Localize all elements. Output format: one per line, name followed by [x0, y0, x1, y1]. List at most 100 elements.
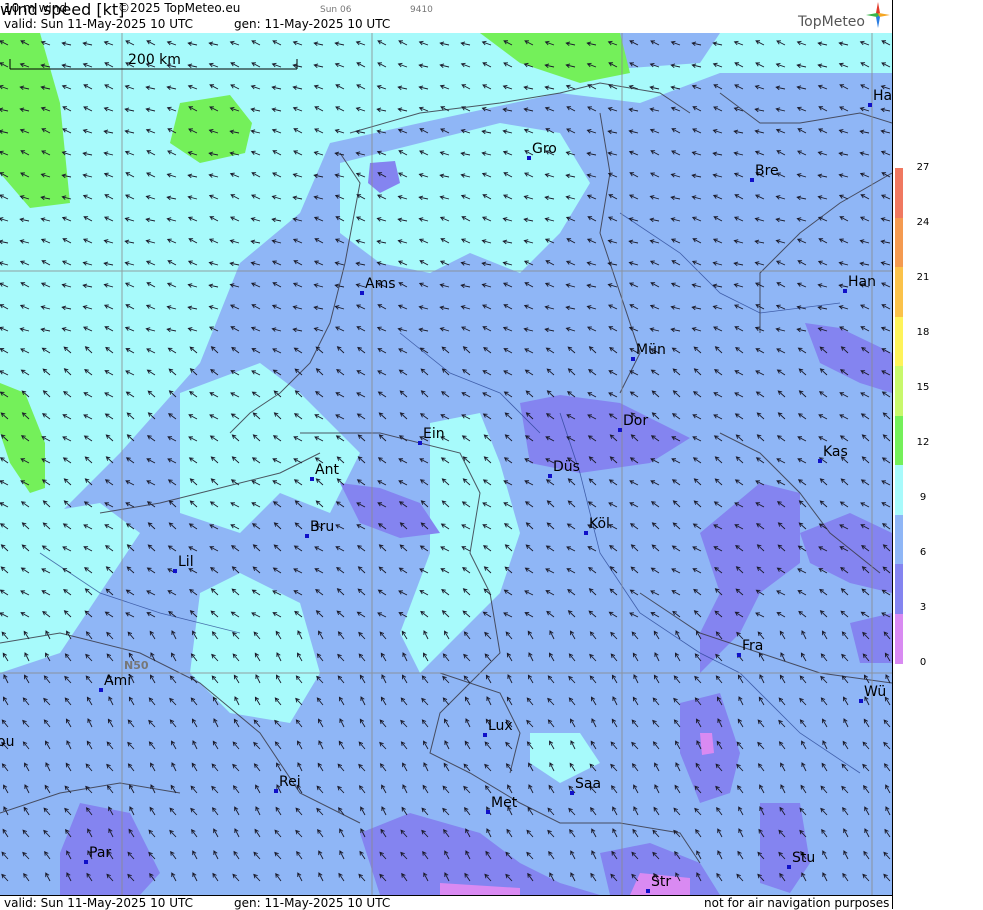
wind-arrow: [439, 283, 450, 288]
wind-arrow: [527, 630, 534, 640]
wind-arrow: [231, 346, 240, 354]
wind-arrow: [191, 829, 198, 838]
wind-arrow: [566, 128, 576, 134]
wind-arrow: [167, 590, 177, 596]
city-dot: [584, 531, 588, 535]
wind-arrow: [755, 612, 765, 618]
wind-arrow: [839, 216, 849, 222]
wind-arrow: [356, 611, 366, 618]
wind-arrow: [775, 195, 786, 200]
wind-arrow: [652, 719, 660, 728]
wind-arrow: [587, 501, 597, 508]
wind-arrow: [377, 457, 387, 464]
wind-arrow: [355, 304, 366, 310]
wind-arrow: [337, 763, 345, 772]
wind-arrow: [841, 631, 849, 640]
wind-arrow: [633, 806, 639, 816]
wind-arrow: [586, 173, 597, 178]
wind-arrow: [292, 327, 303, 333]
wind-arrow: [2, 696, 9, 706]
wind-arrow: [567, 346, 576, 354]
wind-arrow: [548, 784, 555, 794]
wind-arrow: [65, 762, 72, 772]
wind-arrow: [170, 851, 177, 860]
wind-arrow: [671, 545, 681, 552]
legend-tick-label: 27: [916, 162, 930, 173]
wind-arrow: [293, 545, 303, 552]
wind-arrow: [776, 435, 786, 442]
wind-arrow: [692, 436, 702, 442]
wind-arrow: [545, 568, 555, 574]
wind-arrow: [693, 610, 702, 618]
wind-arrow: [482, 304, 492, 310]
wind-arrow: [797, 458, 807, 464]
wind-arrow: [506, 652, 513, 662]
wind-arrow: [609, 346, 618, 354]
wind-arrow: [822, 850, 828, 860]
wind-arrow: [629, 612, 639, 618]
wind-arrow: [586, 283, 597, 289]
wind-arrow: [650, 40, 660, 46]
wind-arrow: [610, 763, 618, 772]
wind-arrow: [252, 566, 261, 574]
wind-arrow: [839, 106, 849, 112]
wind-arrow: [295, 807, 303, 816]
wind-arrow: [820, 653, 828, 662]
wind-arrow: [507, 784, 513, 794]
wind-arrow: [189, 368, 198, 376]
wind-arrow: [211, 763, 219, 772]
wind-arrow: [566, 106, 576, 112]
city-label: Ams: [365, 276, 396, 292]
wind-arrow: [524, 590, 534, 596]
wind-arrow: [652, 697, 660, 706]
city-dot: [418, 441, 422, 445]
wind-arrow: [440, 414, 450, 420]
wind-arrow: [691, 327, 702, 332]
wind-arrow: [736, 873, 744, 882]
wind-arrow: [798, 610, 807, 618]
wind-arrow: [817, 260, 828, 266]
wind-arrow: [864, 828, 870, 838]
wind-arrow: [464, 807, 471, 816]
wind-arrow: [633, 784, 639, 794]
wind-arrow: [23, 806, 30, 816]
wind-arrow: [612, 806, 618, 816]
wind-arrow: [292, 238, 303, 244]
wind-arrow: [313, 216, 324, 222]
wind-arrow: [275, 872, 282, 882]
wind-arrow: [673, 719, 681, 728]
wind-arrow: [547, 807, 555, 816]
wind-arrow: [629, 194, 639, 200]
wind-arrow: [796, 282, 807, 288]
scale-bar-label: 200 km: [128, 52, 181, 68]
wind-arrow: [486, 696, 492, 706]
wind-arrow: [822, 740, 828, 750]
wind-arrow: [502, 107, 513, 113]
wind-arrow: [610, 653, 618, 662]
wind-arrow: [881, 502, 891, 508]
wind-arrow: [503, 348, 513, 354]
wind-arrow: [712, 173, 723, 178]
wind-arrow: [191, 718, 198, 728]
wind-arrow: [483, 346, 492, 354]
wind-arrow: [356, 479, 366, 486]
city-dot: [631, 357, 635, 361]
wind-arrow: [442, 807, 450, 816]
wind-arrow: [398, 435, 408, 442]
wind-arrow: [776, 369, 786, 376]
wind-arrow: [881, 391, 891, 398]
wind-arrow: [148, 719, 156, 728]
wind-arrow: [649, 260, 660, 266]
wind-arrow: [650, 172, 660, 178]
wind-arrow: [863, 785, 870, 794]
wind-arrow: [105, 588, 114, 596]
wind-arrow: [547, 675, 555, 684]
wind-arrow: [544, 282, 555, 288]
wind-arrow: [461, 326, 471, 332]
wind-arrow: [524, 348, 534, 354]
wind-arrow: [801, 872, 807, 882]
wind-arrow: [273, 522, 282, 530]
wind-arrow: [691, 173, 702, 179]
wind-arrow: [526, 697, 534, 706]
wind-arrow: [817, 195, 828, 200]
